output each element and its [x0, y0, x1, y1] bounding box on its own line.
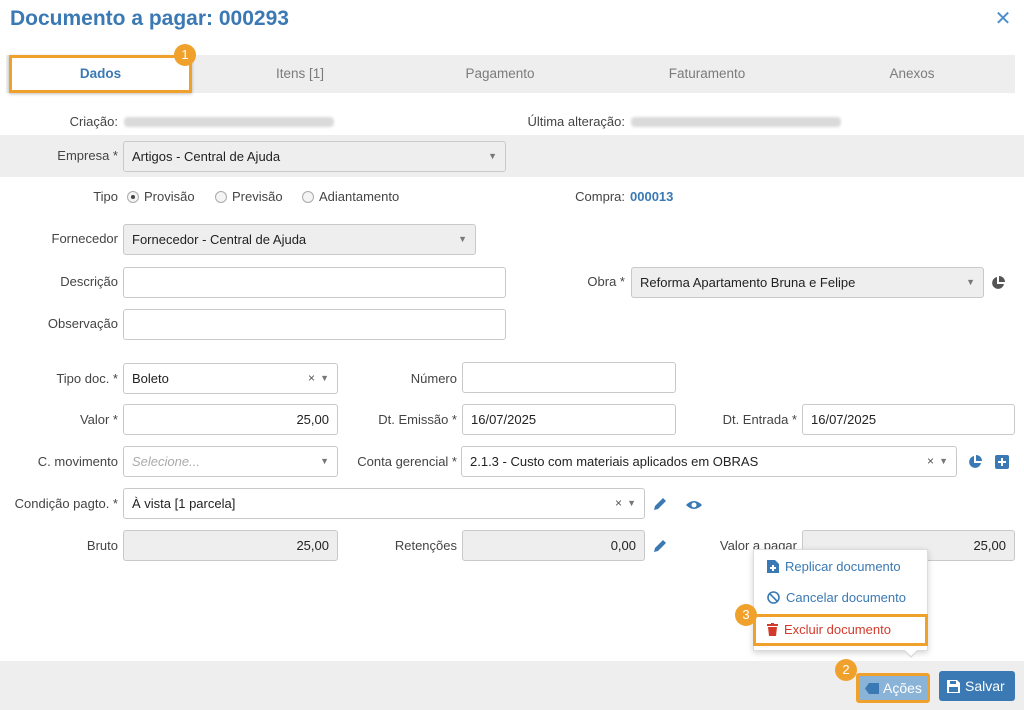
fornecedor-select[interactable]: Fornecedor - Central de Ajuda ▼ [123, 224, 476, 255]
radio-label: Adiantamento [319, 189, 400, 204]
ban-icon [767, 591, 780, 604]
condicao-label: Condição pagto. * [14, 496, 118, 511]
clear-icon[interactable]: × [927, 447, 934, 476]
conta-gerencial-select[interactable]: 2.1.3 - Custo com materiais aplicados em… [461, 446, 957, 477]
conta-gerencial-value: 2.1.3 - Custo com materiais aplicados em… [470, 454, 759, 469]
tipo-doc-label: Tipo doc. * [56, 371, 118, 386]
tab-dados[interactable]: Dados [9, 55, 192, 93]
retencoes-label: Retenções [394, 538, 457, 553]
condicao-value: À vista [1 parcela] [132, 496, 236, 511]
tab-faturamento[interactable]: Faturamento [602, 55, 812, 93]
tipo-radio-adiantamento[interactable]: Adiantamento [302, 189, 399, 204]
tipo-doc-value: Boleto [132, 371, 169, 386]
chevron-down-icon: ▼ [939, 456, 948, 466]
tab-pagamento[interactable]: Pagamento [398, 55, 602, 93]
pencil-icon[interactable] [653, 497, 667, 511]
step-badge-2: 2 [835, 659, 857, 681]
pie-chart-icon[interactable] [991, 276, 1005, 290]
dt-emissao-label: Dt. Emissão * [378, 412, 457, 427]
dt-entrada-label: Dt. Entrada * [722, 412, 797, 427]
obra-value: Reforma Apartamento Bruna e Felipe [640, 275, 856, 290]
chevron-down-icon: ▼ [320, 373, 329, 383]
obra-label: Obra * [587, 274, 625, 289]
tab-bar: Dados Itens [1] Pagamento Faturamento An… [6, 55, 1015, 93]
dt-emissao-input[interactable]: 16/07/2025 [462, 404, 676, 435]
tab-anexos[interactable]: Anexos [812, 55, 1012, 93]
valor-label: Valor * [79, 412, 118, 427]
save-button[interactable]: Salvar [939, 671, 1015, 701]
menu-item-label: Replicar documento [785, 559, 901, 574]
fornecedor-label: Fornecedor [51, 231, 118, 246]
radio-checked-icon [127, 191, 139, 203]
radio-label: Provisão [144, 189, 195, 204]
step-badge-3: 3 [735, 604, 757, 626]
trash-icon [767, 623, 778, 636]
condicao-select[interactable]: À vista [1 parcela] × ▼ [123, 488, 645, 519]
numero-label: Número [410, 371, 457, 386]
bruto-value: 25,00 [123, 530, 338, 561]
valor-input[interactable]: 25,00 [123, 404, 338, 435]
tag-icon [865, 683, 879, 694]
menu-item-label: Excluir documento [784, 622, 891, 637]
radio-label: Previsão [232, 189, 283, 204]
conta-gerencial-label: Conta gerencial * [357, 454, 457, 469]
clear-icon[interactable]: × [308, 364, 315, 393]
c-movimento-placeholder: Selecione... [132, 454, 200, 469]
salvar-label: Salvar [965, 678, 1005, 694]
menu-arrow [903, 649, 919, 658]
pencil-icon[interactable] [653, 539, 667, 553]
creation-value-blurred [124, 117, 334, 127]
eye-icon[interactable] [686, 498, 702, 512]
menu-item-cancelar[interactable]: Cancelar documento [767, 588, 906, 608]
last-change-value-blurred [631, 117, 841, 127]
tipo-doc-select[interactable]: Boleto × ▼ [123, 363, 338, 394]
empresa-value: Artigos - Central de Ajuda [132, 149, 281, 164]
clear-icon[interactable]: × [615, 489, 622, 518]
numero-input[interactable] [462, 362, 676, 393]
radio-unchecked-icon [302, 191, 314, 203]
page-title: Documento a pagar: 000293 [10, 7, 289, 30]
tipo-radio-previsao[interactable]: Previsão [215, 189, 283, 204]
radio-unchecked-icon [215, 191, 227, 203]
compra-label: Compra: [575, 189, 625, 204]
tipo-radio-provisao[interactable]: Provisão [127, 189, 195, 204]
menu-item-replicar[interactable]: Replicar documento [767, 557, 901, 577]
empresa-select[interactable]: Artigos - Central de Ajuda ▼ [123, 141, 506, 172]
descricao-input[interactable] [123, 267, 506, 298]
compra-link[interactable]: 000013 [630, 189, 673, 204]
obra-select[interactable]: Reforma Apartamento Bruna e Felipe ▼ [631, 267, 984, 298]
bruto-label: Bruto [86, 538, 118, 553]
step-badge-1: 1 [174, 44, 196, 66]
chevron-down-icon: ▼ [966, 277, 975, 287]
close-icon[interactable]: ✕ [992, 8, 1014, 30]
acoes-label: Ações [883, 680, 922, 696]
add-icon[interactable] [995, 455, 1009, 469]
descricao-label: Descrição [60, 274, 118, 289]
pie-chart-icon[interactable] [968, 455, 982, 469]
empresa-label: Empresa * [57, 148, 118, 163]
tab-itens[interactable]: Itens [1] [202, 55, 398, 93]
acoes-button[interactable]: Ações [856, 673, 930, 703]
last-change-label: Última alteração: [527, 114, 625, 129]
creation-label: Criação: [69, 114, 118, 129]
tipo-label: Tipo [93, 189, 118, 204]
chevron-down-icon: ▼ [320, 456, 329, 466]
fornecedor-value: Fornecedor - Central de Ajuda [132, 232, 307, 247]
dt-entrada-input[interactable]: 16/07/2025 [802, 404, 1015, 435]
observacao-label: Observação [47, 316, 118, 331]
file-plus-icon [767, 560, 779, 573]
floppy-icon [947, 680, 960, 693]
retencoes-value: 0,00 [462, 530, 645, 561]
chevron-down-icon: ▼ [458, 234, 467, 244]
chevron-down-icon: ▼ [627, 498, 636, 508]
chevron-down-icon: ▼ [488, 151, 497, 161]
c-movimento-select[interactable]: Selecione... ▼ [123, 446, 338, 477]
menu-item-label: Cancelar documento [786, 590, 906, 605]
c-movimento-label: C. movimento [37, 454, 118, 469]
menu-item-excluir[interactable]: Excluir documento [767, 620, 891, 640]
observacao-input[interactable] [123, 309, 506, 340]
